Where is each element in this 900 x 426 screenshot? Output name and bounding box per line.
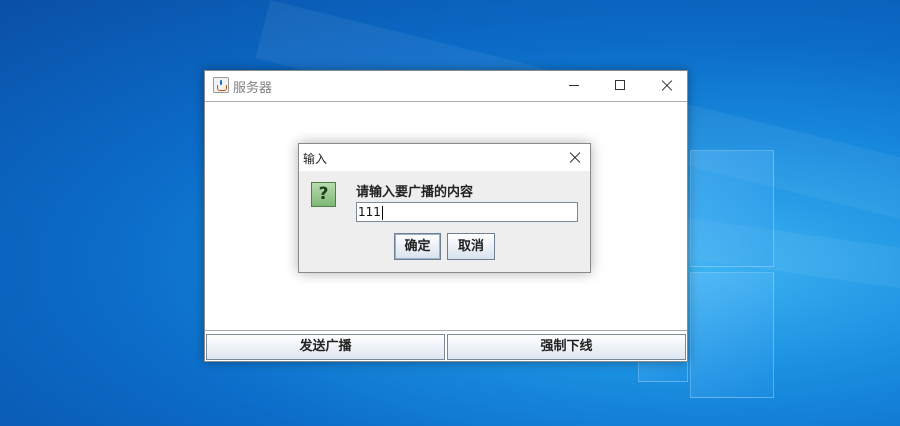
dialog-titlebar[interactable]: 输入: [299, 144, 590, 171]
minimize-button[interactable]: [551, 71, 597, 101]
text-caret: [381, 205, 383, 220]
dialog-close-button[interactable]: [561, 144, 589, 171]
input-dialog: 输入 ? 请输入要广播的内容 111 确定 取消: [298, 143, 591, 273]
maximize-button[interactable]: [597, 71, 643, 101]
question-icon: ?: [311, 182, 336, 207]
window-titlebar[interactable]: 服务器: [205, 71, 687, 101]
broadcast-input[interactable]: 111: [356, 202, 578, 222]
java-app-icon: [213, 77, 229, 93]
cancel-button[interactable]: 取消: [447, 233, 495, 260]
force-offline-button[interactable]: 强制下线: [447, 334, 686, 360]
windows-logo-pane: [690, 272, 774, 398]
dialog-title: 输入: [303, 152, 328, 166]
send-broadcast-button[interactable]: 发送广播: [206, 334, 445, 360]
window-title: 服务器: [233, 81, 273, 96]
input-value: 111: [358, 205, 381, 219]
close-button[interactable]: [643, 71, 689, 101]
windows-logo-pane: [690, 150, 774, 267]
minimize-icon: [569, 85, 579, 86]
maximize-icon: [615, 80, 625, 90]
dialog-prompt: 请输入要广播的内容: [356, 185, 474, 200]
ok-button[interactable]: 确定: [394, 233, 441, 260]
